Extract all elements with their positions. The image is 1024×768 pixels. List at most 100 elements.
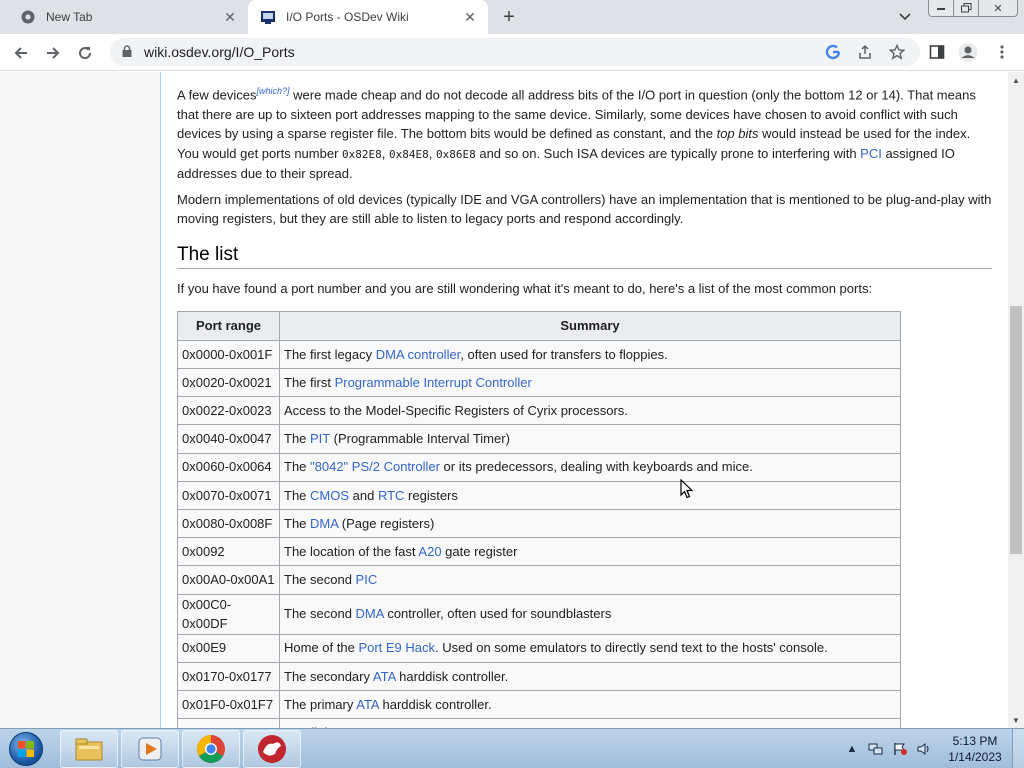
summary-text: The location of the fast: [284, 543, 419, 559]
windows-logo-icon: [9, 732, 43, 766]
taskbar-explorer-button[interactable]: [60, 730, 118, 768]
table-row: 0x0020-0x0021 The first Programmable Inte…: [177, 368, 901, 398]
table-row: 0x00C0-0x00DF The second DMA controller, …: [177, 593, 901, 635]
page-viewport: A few devices[which?] were made cheap an…: [0, 72, 1008, 728]
summary-text: or its predecessors, dealing with keyboa…: [439, 459, 753, 475]
table-header-row: Port range Summary: [177, 310, 901, 341]
text: ,: [381, 145, 389, 161]
back-icon[interactable]: [8, 40, 34, 66]
text: and so on. Such ISA devices are typicall…: [475, 145, 861, 161]
port-range-cell: 0x01F0-0x01F7: [177, 689, 280, 720]
summary-link[interactable]: RTC: [378, 488, 404, 503]
taskbar-chrome-button[interactable]: [182, 730, 240, 768]
port-range-cell: 0x0080-0x008F: [177, 508, 280, 539]
summary-link[interactable]: Port E9 Hack: [358, 640, 435, 655]
article-content: A few devices[which?] were made cheap an…: [160, 72, 1008, 728]
scrollbar-thumb[interactable]: [1010, 306, 1022, 554]
port-range-cell: 0x00E9: [177, 633, 280, 663]
restore-button[interactable]: [953, 0, 979, 17]
summary-text: (Programmable Interval Timer): [330, 431, 510, 447]
profile-avatar-icon[interactable]: [958, 42, 978, 62]
summary-link[interactable]: DMA: [310, 516, 338, 531]
google-translate-icon[interactable]: [823, 42, 843, 62]
summary-cell: The second DMA controller, often used fo…: [279, 593, 901, 635]
tab-io-ports[interactable]: I/O Ports - OSDev Wiki ✕: [248, 0, 488, 34]
close-tab-icon[interactable]: ✕: [220, 7, 240, 27]
summary-text: harddisk controller.: [395, 668, 509, 684]
side-panel-icon[interactable]: [927, 42, 947, 62]
scroll-up-arrow-icon[interactable]: ▲: [1008, 72, 1024, 88]
close-tab-icon[interactable]: ✕: [460, 7, 480, 27]
summary-link[interactable]: ATA: [373, 669, 396, 684]
summary-text: The primary: [284, 696, 357, 712]
summary-cell: The DMA (Page registers): [279, 508, 901, 539]
reload-icon[interactable]: [72, 40, 98, 66]
port-range-cell: 0x0022-0x0023: [177, 396, 280, 426]
show-hidden-icons-icon[interactable]: ▲: [842, 741, 862, 757]
menu-kebab-icon[interactable]: [992, 42, 1012, 62]
volume-icon[interactable]: [914, 741, 934, 757]
minimize-button[interactable]: [928, 0, 954, 17]
show-desktop-button[interactable]: [1012, 729, 1024, 768]
action-center-flag-icon[interactable]: [890, 741, 910, 757]
summary-text: harddisk controller.: [378, 696, 492, 712]
scroll-down-arrow-icon[interactable]: ▼: [1008, 712, 1024, 728]
citation-needed-link[interactable]: [which?]: [257, 86, 290, 96]
summary-cell: The primary ATA harddisk controller.: [279, 689, 901, 720]
summary-text: The: [284, 515, 311, 531]
tab-title: I/O Ports - OSDev Wiki: [286, 10, 409, 24]
port-range-cell: 0x0092: [177, 537, 280, 567]
summary-text: Access to the Model-Specific Registers o…: [284, 403, 628, 419]
summary-text: The first: [284, 374, 335, 390]
tab-search-chevron-icon[interactable]: [895, 8, 915, 26]
vertical-scrollbar[interactable]: ▲ ▼: [1008, 72, 1024, 728]
tab-strip: New Tab ✕ I/O Ports - OSDev Wiki ✕ + ✕: [0, 0, 1024, 34]
chrome-icon: [197, 735, 225, 763]
pci-link[interactable]: PCI: [860, 146, 882, 161]
taskbar-app-button[interactable]: [243, 730, 301, 768]
summary-cell: The CMOS and RTC registers: [279, 480, 901, 510]
app-icon: [258, 735, 286, 763]
summary-link[interactable]: PIC: [356, 572, 378, 587]
tab-title: New Tab: [46, 10, 93, 24]
share-icon[interactable]: [855, 42, 875, 62]
address-bar[interactable]: wiki.osdev.org/I/O_Ports: [110, 38, 920, 66]
summary-text: (Page registers): [338, 515, 435, 531]
tab-new-tab[interactable]: New Tab ✕: [8, 0, 248, 34]
taskbar-media-player-button[interactable]: [121, 730, 179, 768]
table-row: 0x0170-0x0177 The secondary ATA harddisk …: [177, 661, 901, 691]
summary-text: controller, often used for soundblasters: [383, 606, 612, 622]
url-text: wiki.osdev.org/I/O_Ports: [144, 44, 295, 60]
forward-icon[interactable]: [40, 40, 66, 66]
table-row: 0x0080-0x008F The DMA (Page registers): [177, 508, 901, 539]
new-tab-button[interactable]: +: [498, 6, 520, 28]
summary-cell: The location of the fast A20 gate regist…: [279, 537, 901, 567]
port-range-cell: 0x0020-0x0021: [177, 368, 280, 398]
text: ,: [428, 145, 436, 161]
lock-icon[interactable]: [122, 44, 136, 60]
summary-cell: The secondary ATA harddisk controller.: [279, 661, 901, 691]
taskbar-clock[interactable]: 5:13 PM 1/14/2023: [940, 733, 1010, 765]
port-range-cell: 0x0060-0x0064: [177, 452, 280, 482]
port-range-cell: 0x0170-0x0177: [177, 661, 280, 691]
paragraph-modern-implementations: Modern implementations of old devices (t…: [177, 191, 992, 227]
summary-text: The: [284, 459, 311, 475]
summary-link[interactable]: DMA: [356, 606, 384, 621]
summary-text: The secondary: [284, 668, 373, 684]
summary-link[interactable]: DMA controller: [376, 347, 461, 362]
summary-cell: Parallel port: [279, 718, 901, 728]
summary-link[interactable]: "8042" PS/2 Controller: [310, 459, 440, 474]
mouse-cursor-icon: [680, 479, 694, 499]
code-port: 0x86E8: [435, 147, 476, 161]
summary-link[interactable]: CMOS: [310, 488, 349, 503]
network-icon[interactable]: [866, 741, 886, 757]
bookmark-star-icon[interactable]: [887, 42, 907, 62]
close-window-button[interactable]: ✕: [978, 0, 1018, 17]
summary-link[interactable]: Programmable Interrupt Controller: [335, 375, 532, 390]
summary-link[interactable]: PIT: [310, 431, 330, 446]
port-range-cell: 0x00A0-0x00A1: [177, 565, 280, 595]
summary-link[interactable]: ATA: [356, 697, 379, 712]
summary-link[interactable]: A20: [418, 544, 441, 559]
summary-text: registers: [404, 487, 458, 503]
start-button[interactable]: [4, 730, 48, 768]
